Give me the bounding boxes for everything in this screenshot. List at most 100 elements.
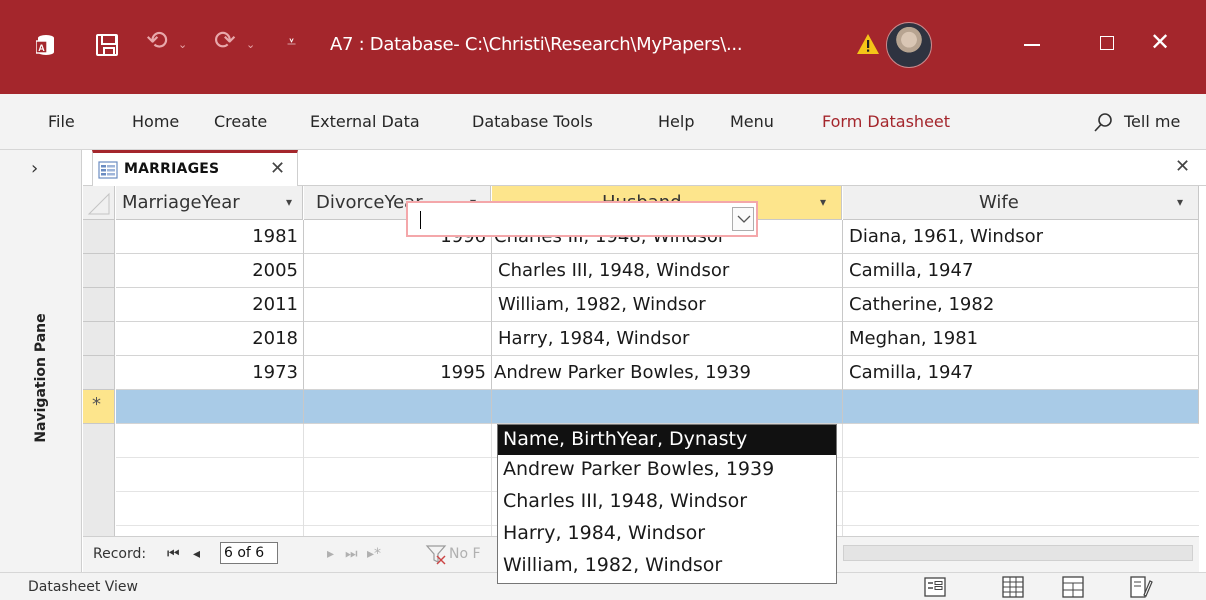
tab-help[interactable]: Help	[658, 112, 694, 131]
cell-divorceyear[interactable]	[304, 322, 492, 356]
cell-marriageyear[interactable]: 2011	[116, 288, 304, 322]
navigation-pane[interactable]: › Navigation Pane	[0, 150, 82, 572]
first-record-icon[interactable]: ⏮	[167, 546, 180, 562]
cell-husband[interactable]	[492, 390, 843, 424]
header-wife[interactable]: Wife ▾	[843, 186, 1199, 220]
header-marriageyear[interactable]: MarriageYear ▾	[116, 186, 303, 220]
cell-divorceyear[interactable]	[304, 390, 492, 424]
ribbon-tabs: File Home Create External Data Database …	[0, 94, 1206, 150]
column-divider	[491, 424, 492, 536]
list-item[interactable]: Charles III, 1948, Windsor	[498, 487, 836, 517]
form-view-icon[interactable]	[922, 575, 948, 599]
new-record-selector[interactable]: *	[83, 390, 115, 424]
tab-file[interactable]: File	[48, 112, 75, 131]
cell-husband[interactable]: Charles III, 1948, Windsor	[492, 254, 843, 288]
cell-divorceyear[interactable]	[304, 254, 492, 288]
access-app-icon[interactable]: A	[36, 34, 56, 56]
datasheet-view-icon[interactable]	[1000, 575, 1026, 599]
document-tab-strip: MARRIAGES ✕ ✕	[83, 150, 1206, 187]
list-item[interactable]: Andrew Parker Bowles, 1939	[498, 455, 836, 485]
customize-toolbar-icon[interactable]: ⩡	[287, 32, 296, 52]
svg-text:A: A	[38, 43, 45, 53]
header-marriageyear-label: MarriageYear	[122, 192, 240, 213]
design-view-icon[interactable]	[1128, 575, 1154, 599]
navigation-pane-label[interactable]: Navigation Pane	[33, 298, 49, 458]
list-item[interactable]: William, 1982, Windsor	[498, 551, 836, 581]
tab-marriages[interactable]: MARRIAGES ✕	[92, 150, 298, 187]
cell-divorceyear[interactable]: 1995	[304, 356, 492, 390]
empty-selector-column	[83, 424, 115, 536]
record-selector[interactable]	[83, 356, 115, 390]
cell-marriageyear[interactable]: 2018	[116, 322, 304, 356]
window-title: A7 : Database- C:\Christi\Research\MyPap…	[330, 34, 743, 55]
last-record-icon[interactable]: ⏭	[345, 546, 358, 562]
husband-dropdown-list: Name, BirthYear, Dynasty Andrew Parker B…	[497, 424, 837, 584]
cell-wife[interactable]: Camilla, 1947	[843, 254, 1199, 288]
horizontal-scrollbar[interactable]	[843, 545, 1193, 561]
tell-me-label[interactable]: Tell me	[1124, 112, 1180, 131]
warning-icon[interactable]	[856, 32, 880, 56]
tab-create[interactable]: Create	[214, 112, 267, 131]
cell-wife[interactable]: Catherine, 1982	[843, 288, 1199, 322]
search-icon[interactable]	[1092, 110, 1116, 134]
list-item[interactable]: Harry, 1984, Windsor	[498, 519, 836, 549]
cell-husband[interactable]: Andrew Parker Bowles, 1939	[492, 356, 843, 390]
expand-nav-icon[interactable]: ›	[31, 158, 38, 179]
combo-dropdown-button[interactable]	[732, 207, 754, 231]
current-record-input[interactable]: 6 of 6	[220, 542, 278, 564]
chevron-down-icon	[737, 215, 751, 223]
cell-marriageyear[interactable]: 1981	[116, 220, 304, 254]
select-all-corner[interactable]	[83, 186, 115, 220]
tab-database-tools[interactable]: Database Tools	[472, 112, 593, 131]
form-icon	[98, 161, 118, 179]
tab-external-data[interactable]: External Data	[310, 112, 420, 131]
no-filter-label[interactable]: No F	[449, 546, 481, 562]
redo-icon[interactable]: ⟳	[214, 26, 236, 56]
husband-combo-box[interactable]	[406, 201, 758, 237]
record-label: Record:	[93, 546, 147, 562]
new-record-nav-icon[interactable]: ▸*	[367, 546, 381, 562]
record-selector[interactable]	[83, 322, 115, 356]
column-divider	[303, 424, 304, 536]
close-tab-icon[interactable]: ✕	[270, 158, 285, 179]
cell-divorceyear[interactable]	[304, 288, 492, 322]
cell-husband[interactable]: Harry, 1984, Windsor	[492, 322, 843, 356]
close-window-icon[interactable]: ✕	[1150, 28, 1170, 56]
cell-marriageyear[interactable]: 2005	[116, 254, 304, 288]
undo-icon[interactable]: ⟲	[146, 26, 168, 56]
cell-marriageyear[interactable]	[116, 390, 304, 424]
cell-marriageyear[interactable]: 1973	[116, 356, 304, 390]
text-caret	[420, 211, 421, 229]
list-item-header[interactable]: Name, BirthYear, Dynasty	[498, 425, 836, 455]
record-selector[interactable]	[83, 288, 115, 322]
sort-filter-icon[interactable]: ▾	[1177, 195, 1183, 209]
filter-icon[interactable]	[425, 543, 447, 565]
tab-menu[interactable]: Menu	[730, 112, 774, 131]
cell-wife[interactable]	[843, 390, 1199, 424]
avatar[interactable]	[886, 22, 932, 68]
cell-wife[interactable]: Camilla, 1947	[843, 356, 1199, 390]
status-text: Datasheet View	[28, 579, 138, 595]
undo-dropdown-icon[interactable]: ⌄	[178, 38, 187, 51]
previous-record-icon[interactable]: ◂	[193, 546, 200, 562]
tab-marriages-label: MARRIAGES	[124, 161, 220, 177]
new-record-icon: *	[92, 394, 101, 415]
record-selector[interactable]	[83, 254, 115, 288]
next-record-icon[interactable]: ▸	[327, 546, 334, 562]
save-icon[interactable]	[96, 34, 118, 56]
sort-filter-icon[interactable]: ▾	[286, 195, 292, 209]
tab-home[interactable]: Home	[132, 112, 179, 131]
maximize-icon[interactable]	[1100, 36, 1114, 50]
tab-form-datasheet[interactable]: Form Datasheet	[822, 112, 950, 131]
close-document-icon[interactable]: ✕	[1175, 156, 1190, 177]
select-all-triangle-icon	[87, 192, 110, 215]
redo-dropdown-icon[interactable]: ⌄	[246, 38, 255, 51]
minimize-icon[interactable]	[1024, 44, 1040, 46]
cell-wife[interactable]: Diana, 1961, Windsor	[843, 220, 1199, 254]
layout-view-icon[interactable]	[1060, 575, 1086, 599]
cell-wife[interactable]: Meghan, 1981	[843, 322, 1199, 356]
title-bar: A ⟲ ⌄ ⟳ ⌄ ⩡ A7 : Database- C:\Christi\Re…	[0, 0, 1206, 94]
record-selector[interactable]	[83, 220, 115, 254]
sort-filter-icon[interactable]: ▾	[820, 195, 826, 209]
cell-husband[interactable]: William, 1982, Windsor	[492, 288, 843, 322]
